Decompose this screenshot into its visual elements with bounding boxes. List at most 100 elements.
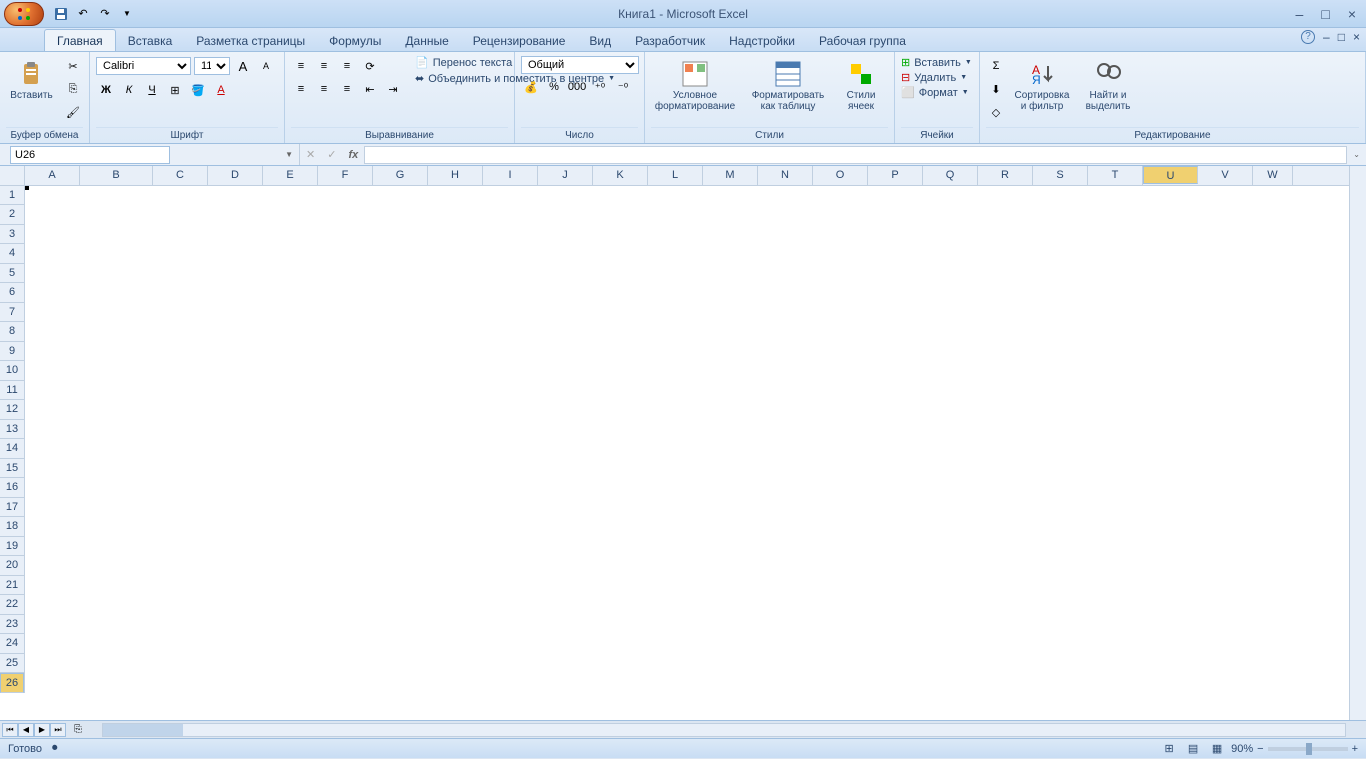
format-cells-button[interactable]: ⬜Формат▼ [901, 86, 969, 99]
underline-button[interactable]: Ч [142, 80, 162, 100]
align-center-icon[interactable]: ≡ [314, 79, 334, 99]
row-header[interactable]: 14 [0, 439, 24, 459]
column-header[interactable]: R [978, 166, 1033, 185]
office-button[interactable] [4, 2, 44, 26]
find-select-button[interactable]: Найти и выделить [1078, 56, 1138, 114]
maximize-button[interactable]: □ [1317, 6, 1333, 22]
undo-icon[interactable]: ↶ [74, 5, 92, 23]
row-header[interactable]: 9 [0, 342, 24, 362]
name-box[interactable] [10, 146, 170, 164]
row-header[interactable]: 23 [0, 615, 24, 635]
select-all-corner[interactable] [0, 166, 25, 186]
decrease-indent-icon[interactable]: ⇤ [360, 79, 380, 99]
italic-button[interactable]: К [119, 80, 139, 100]
column-header[interactable]: M [703, 166, 758, 185]
column-header[interactable]: L [648, 166, 703, 185]
column-header[interactable]: D [208, 166, 263, 185]
font-name-select[interactable]: Calibri [96, 57, 191, 75]
align-bottom-icon[interactable]: ≡ [337, 56, 357, 76]
cell-styles-button[interactable]: Стили ячеек [837, 56, 885, 114]
delete-cells-button[interactable]: ⊟Удалить▼ [901, 71, 967, 84]
close-button[interactable]: × [1344, 6, 1360, 22]
vertical-scrollbar[interactable] [1349, 166, 1366, 720]
redo-icon[interactable]: ↷ [96, 5, 114, 23]
tab-вид[interactable]: Вид [577, 30, 623, 51]
percent-icon[interactable]: % [544, 77, 564, 97]
help-icon[interactable]: ? [1301, 30, 1315, 44]
borders-icon[interactable]: ⊞ [165, 80, 185, 100]
row-header[interactable]: 15 [0, 459, 24, 479]
column-header[interactable]: T [1088, 166, 1143, 185]
column-header[interactable]: B [80, 166, 153, 185]
align-left-icon[interactable]: ≡ [291, 79, 311, 99]
format-as-table-button[interactable]: Форматировать как таблицу [745, 56, 831, 114]
row-header[interactable]: 6 [0, 283, 24, 303]
column-header[interactable]: U [1143, 166, 1198, 184]
sort-filter-button[interactable]: АЯ Сортировка и фильтр [1012, 56, 1072, 114]
column-header[interactable]: J [538, 166, 593, 185]
ribbon-restore-icon[interactable]: □ [1338, 30, 1345, 44]
tab-рабочая группа[interactable]: Рабочая группа [807, 30, 918, 51]
zoom-level[interactable]: 90% [1231, 743, 1253, 755]
cut-icon[interactable]: ✂ [63, 56, 83, 76]
save-icon[interactable] [52, 5, 70, 23]
align-right-icon[interactable]: ≡ [337, 79, 357, 99]
row-header[interactable]: 17 [0, 498, 24, 518]
increase-indent-icon[interactable]: ⇥ [383, 79, 403, 99]
fill-color-icon[interactable]: 🪣 [188, 80, 208, 100]
currency-icon[interactable]: 💰 [521, 77, 541, 97]
column-header[interactable]: W [1253, 166, 1293, 185]
tab-главная[interactable]: Главная [44, 29, 116, 51]
tab-разметка страницы[interactable]: Разметка страницы [184, 30, 317, 51]
comma-icon[interactable]: 000 [567, 77, 587, 97]
row-header[interactable]: 20 [0, 556, 24, 576]
autosum-icon[interactable]: Σ [986, 56, 1006, 76]
view-layout-icon[interactable]: ▤ [1183, 739, 1203, 759]
tab-формулы[interactable]: Формулы [317, 30, 393, 51]
format-painter-icon[interactable]: 🖌 [63, 102, 83, 122]
tab-вставка[interactable]: Вставка [116, 30, 185, 51]
paste-button[interactable]: Вставить [6, 56, 57, 103]
zoom-slider[interactable] [1268, 747, 1348, 751]
row-header[interactable]: 25 [0, 654, 24, 674]
number-format-select[interactable]: Общий [521, 56, 639, 74]
column-header[interactable]: G [373, 166, 428, 185]
column-header[interactable]: E [263, 166, 318, 185]
decrease-decimal-icon[interactable]: ⁻⁰ [613, 77, 633, 97]
macro-record-icon[interactable]: ⏺ [52, 742, 58, 755]
zoom-out-icon[interactable]: − [1257, 743, 1263, 755]
align-middle-icon[interactable]: ≡ [314, 56, 334, 76]
ribbon-close-icon[interactable]: × [1353, 30, 1360, 44]
row-header[interactable]: 2 [0, 205, 24, 225]
spreadsheet-grid[interactable]: 1234567891011121314151617181920212223242… [0, 166, 1366, 720]
view-pagebreak-icon[interactable]: ▦ [1207, 739, 1227, 759]
horizontal-scrollbar[interactable] [102, 723, 1346, 737]
tab-данные[interactable]: Данные [393, 30, 460, 51]
row-header[interactable]: 13 [0, 420, 24, 440]
column-header[interactable]: F [318, 166, 373, 185]
conditional-formatting-button[interactable]: Условное форматирование [651, 56, 739, 114]
enter-formula-icon[interactable]: ✓ [321, 148, 342, 161]
column-header[interactable]: N [758, 166, 813, 185]
column-header[interactable]: S [1033, 166, 1088, 185]
row-header[interactable]: 22 [0, 595, 24, 615]
grow-font-icon[interactable]: A [233, 56, 253, 76]
insert-cells-button[interactable]: ⊞Вставить▼ [901, 56, 972, 69]
column-header[interactable]: Q [923, 166, 978, 185]
row-header[interactable]: 3 [0, 225, 24, 245]
font-color-icon[interactable]: A [211, 80, 231, 100]
tab-рецензирование[interactable]: Рецензирование [461, 30, 578, 51]
next-sheet-icon[interactable]: ▶ [34, 723, 50, 737]
formula-input[interactable] [364, 146, 1347, 164]
tab-разработчик[interactable]: Разработчик [623, 30, 717, 51]
minimize-button[interactable]: – [1292, 6, 1308, 22]
zoom-in-icon[interactable]: + [1352, 743, 1358, 755]
row-header[interactable]: 18 [0, 517, 24, 537]
shrink-font-icon[interactable]: A [256, 56, 276, 76]
row-header[interactable]: 21 [0, 576, 24, 596]
row-header[interactable]: 4 [0, 244, 24, 264]
clear-icon[interactable]: ◇ [986, 102, 1006, 122]
align-top-icon[interactable]: ≡ [291, 56, 311, 76]
cancel-formula-icon[interactable]: ✕ [300, 148, 321, 161]
fill-icon[interactable]: ⬇ [986, 79, 1006, 99]
